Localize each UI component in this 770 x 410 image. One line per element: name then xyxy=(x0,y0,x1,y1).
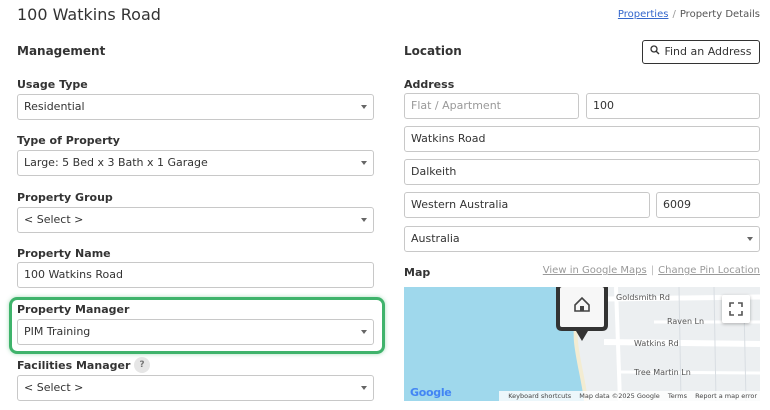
type-of-property-select[interactable]: Large: 5 Bed x 3 Bath x 1 Garage xyxy=(17,150,374,176)
property-name-label: Property Name xyxy=(17,247,111,260)
chevron-down-icon xyxy=(747,237,753,241)
chevron-down-icon xyxy=(361,161,367,165)
search-icon xyxy=(650,42,660,64)
breadcrumb-current: Property Details xyxy=(679,9,760,20)
view-in-google-maps-link[interactable]: View in Google Maps xyxy=(543,265,647,276)
map-data-attribution: Map data ©2025 Google xyxy=(579,392,660,400)
fullscreen-icon[interactable] xyxy=(722,295,750,323)
map-street-label: Tree Martin Ln xyxy=(633,368,691,377)
map-links: View in Google Maps | Change Pin Location xyxy=(542,265,760,276)
change-pin-location-link[interactable]: Change Pin Location xyxy=(658,265,760,276)
state-input[interactable]: Western Australia xyxy=(404,192,650,218)
suburb-input[interactable]: Dalkeith xyxy=(404,159,760,185)
country-value: Australia xyxy=(411,232,460,245)
type-of-property-label: Type of Property xyxy=(17,134,120,147)
type-of-property-value: Large: 5 Bed x 3 Bath x 1 Garage xyxy=(24,156,208,169)
postcode-input[interactable]: 6009 xyxy=(656,192,760,218)
map[interactable]: Goldsmith Rd Raven Ln Watkins Rd Tree Ma… xyxy=(404,287,760,401)
address-label: Address xyxy=(404,78,455,91)
google-logo: Google xyxy=(410,386,452,399)
property-manager-select[interactable]: PIM Training xyxy=(17,319,374,345)
breadcrumb: Properties / Property Details xyxy=(618,9,760,20)
terms-link[interactable]: Terms xyxy=(668,392,687,400)
map-footer: Google Keyboard shortcuts Map data ©2025… xyxy=(404,386,760,401)
chevron-down-icon xyxy=(361,105,367,109)
map-canvas: Goldsmith Rd Raven Ln Watkins Rd Tree Ma… xyxy=(404,287,760,401)
usage-type-select[interactable]: Residential xyxy=(17,94,374,120)
country-select[interactable]: Australia xyxy=(404,226,760,252)
property-manager-label: Property Manager xyxy=(17,303,130,316)
map-street-label: Watkins Rd xyxy=(634,339,679,348)
help-icon[interactable]: ? xyxy=(134,357,150,373)
street-input[interactable]: Watkins Road xyxy=(404,126,760,152)
breadcrumb-properties-link[interactable]: Properties xyxy=(618,9,669,20)
property-group-select[interactable]: < Select > xyxy=(17,207,374,233)
keyboard-shortcuts-link[interactable]: Keyboard shortcuts xyxy=(508,392,571,400)
property-manager-value: PIM Training xyxy=(24,325,91,338)
usage-type-label: Usage Type xyxy=(17,78,88,91)
map-street-label: Goldsmith Rd xyxy=(616,293,670,302)
chevron-down-icon xyxy=(361,386,367,390)
street-number-input[interactable]: 100 xyxy=(586,93,760,119)
location-heading: Location xyxy=(404,44,462,58)
breadcrumb-separator: / xyxy=(672,9,676,20)
management-heading: Management xyxy=(17,44,106,58)
chevron-down-icon xyxy=(361,218,367,222)
property-name-input[interactable]: 100 Watkins Road xyxy=(17,262,374,288)
facilities-manager-select[interactable]: < Select > xyxy=(17,375,374,401)
facilities-manager-label: Facilities Manager xyxy=(17,359,131,372)
page-title: 100 Watkins Road xyxy=(17,5,161,24)
property-group-value: < Select > xyxy=(24,213,84,226)
report-map-error-link[interactable]: Report a map error xyxy=(695,392,757,400)
find-address-button[interactable]: Find an Address xyxy=(642,40,760,64)
chevron-down-icon xyxy=(361,330,367,334)
flat-apartment-input[interactable]: Flat / Apartment xyxy=(404,93,579,119)
usage-type-value: Residential xyxy=(24,100,85,113)
property-group-label: Property Group xyxy=(17,191,113,204)
map-street-label: Raven Ln xyxy=(667,317,704,326)
facilities-manager-value: < Select > xyxy=(24,381,84,394)
map-label: Map xyxy=(404,266,431,279)
find-address-label: Find an Address xyxy=(664,45,752,58)
